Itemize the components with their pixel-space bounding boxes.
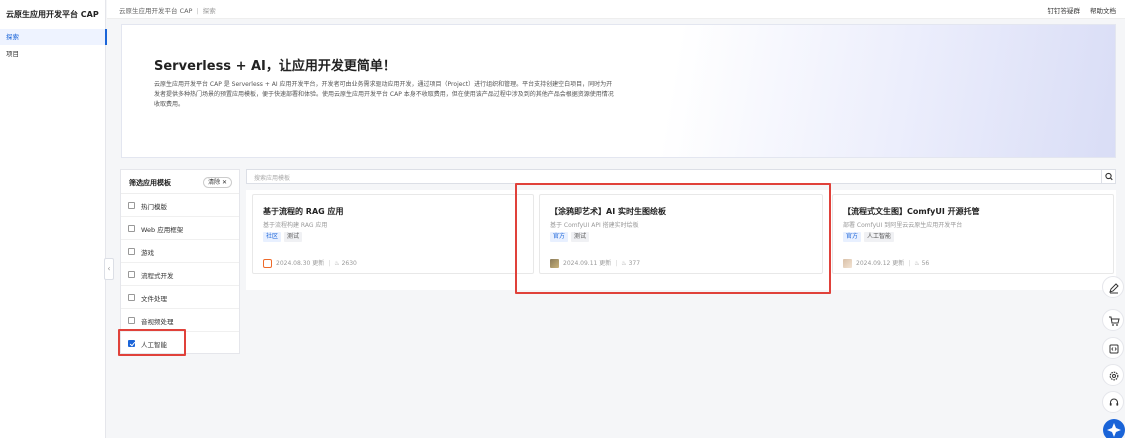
template-filter-panel: 筛选应用模板 清除 ✕ 热门模版 Web 应用框架 游戏 流程式开发 文件处理 … [120,169,240,354]
fire-icon: ♨ [621,260,627,267]
fire-icon: ♨ [334,260,340,267]
filter-option-workflow[interactable]: 流程式开发 [121,263,239,286]
card-tags: 官方 测试 [550,232,592,242]
card-description: 基于 ComfyUI API 搭建实时绘板 [550,222,639,229]
filter-option-games[interactable]: 游戏 [121,240,239,263]
template-card[interactable]: 【涂鸦即艺术】AI 实时生图绘板 基于 ComfyUI API 搭建实时绘板 官… [539,194,823,274]
template-search-input[interactable]: 搜索应用模板 [246,169,1116,184]
tag: 测试 [284,232,303,242]
sidebar-item-explore[interactable]: 探索 [0,29,107,45]
card-updated: 2024.09.12 更新 [856,260,905,267]
filter-option-web-framework[interactable]: Web 应用框架 [121,217,239,240]
card-count: 377 [628,260,641,267]
meta-divider: | [615,260,618,267]
template-card[interactable]: 【流程式文生图】ComfyUI 开源托管 部署 ComfyUI 到阿里云云原生应… [832,194,1114,274]
search-icon[interactable] [1101,170,1115,183]
checkbox[interactable] [128,294,135,301]
code-icon[interactable] [1102,337,1124,359]
filter-header: 筛选应用模板 清除 ✕ [121,170,239,194]
tag: 官方 [843,232,862,242]
meta-divider: | [328,260,331,267]
filter-option-label: 游戏 [141,249,154,257]
tag: 官方 [550,232,569,242]
author-avatar [843,259,852,268]
checkbox-checked[interactable] [128,340,135,347]
card-title: 基于流程的 RAG 应用 [263,207,344,216]
clear-filter-button[interactable]: 清除 ✕ [203,177,232,188]
template-card[interactable]: 基于流程的 RAG 应用 基于流程构建 RAG 应用 社区 测试 2024.08.… [252,194,534,274]
top-bar: 云原生应用开发平台 CAP | 探索 钉钉答疑群 帮助文档 [107,0,1125,19]
card-tags: 社区 测试 [263,232,305,242]
filter-title: 筛选应用模板 [129,179,171,187]
filter-option-media-processing[interactable]: 音视频处理 [121,309,239,332]
filter-option-popular[interactable]: 热门模版 [121,194,239,217]
search-placeholder: 搜索应用模板 [254,175,291,182]
checkbox[interactable] [128,225,135,232]
tag: 人工智能 [864,232,895,242]
assistant-icon[interactable] [1103,419,1125,438]
edit-icon[interactable] [1102,276,1124,298]
card-updated: 2024.08.30 更新 [276,260,325,267]
app-title: 云原生应用开发平台 CAP [6,10,99,19]
filter-option-label: 音视频处理 [141,318,174,326]
checkbox[interactable] [128,317,135,324]
card-tags: 官方 人工智能 [843,232,897,242]
author-avatar [263,259,272,268]
filter-option-label: Web 应用框架 [141,226,184,234]
tag: 测试 [571,232,590,242]
meta-divider: | [908,260,911,267]
filter-option-label: 文件处理 [141,295,167,303]
gear-icon[interactable] [1102,364,1124,386]
card-meta: 2024.09.12 更新 | ♨ 56 [843,258,929,268]
help-docs-link[interactable]: 帮助文档 [1090,7,1116,15]
card-updated: 2024.09.11 更新 [563,260,612,267]
filter-option-ai[interactable]: 人工智能 [121,332,239,355]
checkbox[interactable] [128,271,135,278]
card-title: 【流程式文生图】ComfyUI 开源托管 [843,207,980,216]
card-count: 56 [921,260,930,267]
card-title: 【涂鸦即艺术】AI 实时生图绘板 [550,207,666,216]
sidebar-item-projects[interactable]: 项目 [0,46,106,62]
breadcrumb-current: 探索 [202,7,216,15]
author-avatar [550,259,559,268]
cart-icon[interactable] [1102,309,1124,331]
filter-option-label: 人工智能 [141,341,167,349]
checkbox[interactable] [128,202,135,209]
dingtalk-group-link[interactable]: 钉钉答疑群 [1048,7,1081,15]
filter-option-file-processing[interactable]: 文件处理 [121,286,239,309]
hero-banner: Serverless + AI，让应用开发更简单！ 云原生应用开发平台 CAP … [121,24,1116,158]
checkbox[interactable] [128,248,135,255]
headset-icon[interactable] [1102,391,1124,413]
sidebar: 云原生应用开发平台 CAP 探索 项目 [0,0,107,438]
breadcrumb: 云原生应用开发平台 CAP | 探索 [119,5,216,15]
fire-icon: ♨ [914,260,920,267]
filter-option-label: 流程式开发 [141,272,174,280]
tag: 社区 [263,232,282,242]
hero-title: Serverless + AI，让应用开发更简单！ [154,59,396,74]
breadcrumb-root[interactable]: 云原生应用开发平台 CAP [119,7,192,15]
breadcrumb-separator: | [196,7,199,15]
top-links: 钉钉答疑群 帮助文档 [1038,5,1117,15]
card-description: 基于流程构建 RAG 应用 [263,222,328,229]
chevron-left-icon[interactable]: ‹ [104,258,114,280]
card-description: 部署 ComfyUI 到阿里云云原生应用开发平台 [843,222,963,229]
card-meta: 2024.09.11 更新 | ♨ 377 [550,258,640,268]
hero-description: 云原生应用开发平台 CAP 是 Serverless + AI 应用开发平台，开… [154,81,614,108]
card-meta: 2024.08.30 更新 | ♨ 2630 [263,258,357,268]
card-count: 2630 [341,260,357,267]
filter-option-label: 热门模版 [141,203,167,211]
